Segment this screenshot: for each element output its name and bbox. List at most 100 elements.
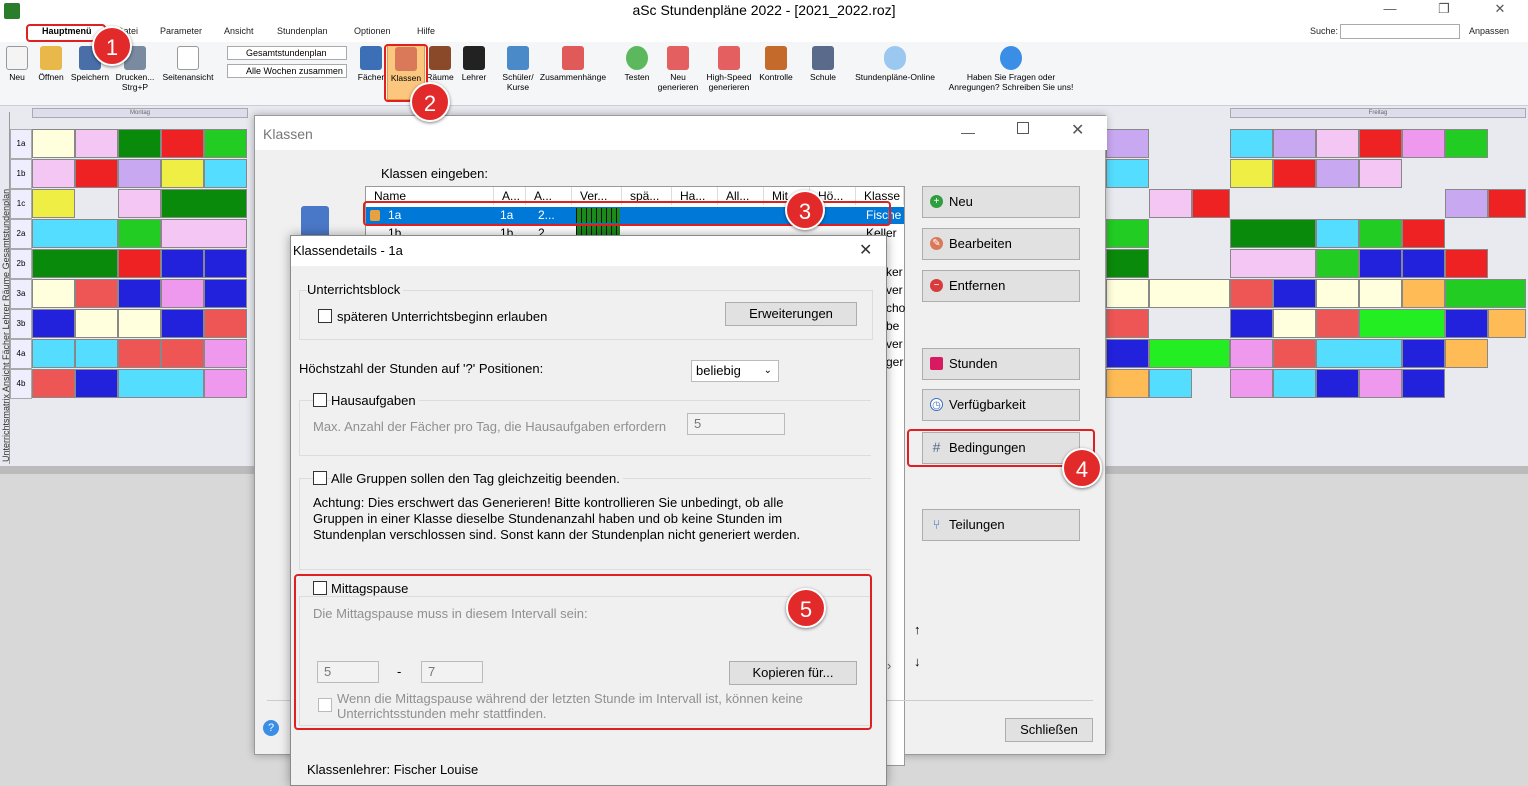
lesson-cell[interactable] [1316,219,1359,248]
teilungen-button[interactable]: ⑂ Teilungen [922,509,1080,541]
lesson-cell[interactable] [32,249,118,278]
lesson-cell[interactable] [32,339,75,368]
lesson-cell[interactable] [1402,339,1445,368]
bearbeiten-button[interactable]: ✎ Bearbeiten [922,228,1080,260]
lesson-cell[interactable] [1106,369,1149,398]
lesson-cell[interactable] [75,339,118,368]
lesson-cell[interactable] [161,279,204,308]
lesson-cell[interactable] [1106,339,1149,368]
spaeter-checkbox[interactable] [318,309,332,323]
seitenansicht-button[interactable]: Seitenansicht [158,44,218,83]
lesson-cell[interactable] [32,279,75,308]
lesson-cell[interactable] [161,309,204,338]
entfernen-button[interactable]: − Entfernen [922,270,1080,302]
lesson-cell[interactable] [1402,249,1445,278]
lesson-cell[interactable] [1316,159,1359,188]
lesson-cell[interactable] [1149,279,1230,308]
max-faecher-input[interactable]: 5 [687,413,785,435]
weeks-select[interactable]: Alle Wochen zusammen [227,64,347,78]
online-button[interactable]: Stundenpläne-Online [848,44,942,83]
lesson-cell[interactable] [1316,339,1402,368]
hausaufgaben-checkbox[interactable] [313,393,327,407]
fragen-button[interactable]: Haben Sie Fragen oder Anregungen? Schreib… [940,44,1082,92]
lesson-cell[interactable] [1106,309,1149,338]
lesson-cell[interactable] [1149,369,1192,398]
schueler-button[interactable]: Schüler/Kurse [499,44,537,92]
lesson-cell[interactable] [204,129,247,158]
lesson-cell[interactable] [118,279,161,308]
stunden-button[interactable]: Stunden [922,348,1080,380]
lesson-cell[interactable] [1230,219,1316,248]
lehrer-button[interactable]: Lehrer [458,44,490,83]
lesson-cell[interactable] [204,309,247,338]
lesson-cell[interactable] [1359,279,1402,308]
move-down-icon[interactable]: ↓ [914,654,921,669]
oeffnen-button[interactable]: Öffnen [34,44,68,83]
lesson-cell[interactable] [32,219,118,248]
lesson-cell[interactable] [1273,159,1316,188]
lesson-cell[interactable] [161,219,247,248]
lesson-cell[interactable] [161,249,204,278]
faecher-button[interactable]: Fächer [356,44,386,83]
klassen-maximize[interactable] [1017,122,1029,134]
lesson-cell[interactable] [1230,159,1273,188]
highspeed-button[interactable]: High-Speed generieren [702,44,756,92]
details-scrollbar[interactable] [871,356,885,776]
lesson-cell[interactable] [161,159,204,188]
lesson-cell[interactable] [204,279,247,308]
lesson-cell[interactable] [1445,309,1488,338]
lesson-cell[interactable] [118,309,161,338]
neu-button[interactable]: Neu [4,44,30,83]
neu-button[interactable]: + Neu [922,186,1080,218]
search-input[interactable] [1340,24,1460,39]
testen-button[interactable]: Testen [621,44,653,83]
lesson-cell[interactable] [1273,369,1316,398]
schule-button[interactable]: Schule [806,44,840,83]
lesson-cell[interactable] [118,219,161,248]
menu-stundenplan[interactable]: Stundenplan [277,26,328,36]
lesson-cell[interactable] [1316,279,1359,308]
lesson-cell[interactable] [1359,129,1402,158]
lesson-cell[interactable] [75,369,118,398]
lesson-cell[interactable] [75,159,118,188]
lesson-cell[interactable] [1149,189,1192,218]
lesson-cell[interactable] [1402,129,1445,158]
beliebig-select[interactable]: beliebig ⌄ [691,360,779,382]
lesson-cell[interactable] [1445,339,1488,368]
lesson-cell[interactable] [1316,369,1359,398]
kontrolle-button[interactable]: Kontrolle [756,44,796,83]
lesson-cell[interactable] [75,279,118,308]
lesson-cell[interactable] [1230,309,1273,338]
lesson-cell[interactable] [1402,369,1445,398]
lesson-cell[interactable] [1488,309,1526,338]
erweiterungen-button[interactable]: Erweiterungen [725,302,857,326]
lesson-cell[interactable] [32,189,75,218]
lesson-cell[interactable] [161,339,204,368]
lesson-cell[interactable] [1230,369,1273,398]
lesson-cell[interactable] [1106,219,1149,248]
lesson-cell[interactable] [118,369,204,398]
lesson-cell[interactable] [1106,279,1149,308]
lesson-cell[interactable] [1230,279,1273,308]
help-icon[interactable]: ? [263,720,279,736]
lesson-cell[interactable] [118,159,161,188]
lesson-cell[interactable] [118,339,161,368]
lesson-cell[interactable] [1273,309,1316,338]
lesson-cell[interactable] [1192,189,1230,218]
lesson-cell[interactable] [1273,339,1316,368]
lesson-cell[interactable] [1445,129,1488,158]
lesson-cell[interactable] [32,369,75,398]
lesson-cell[interactable] [1445,279,1526,308]
lesson-cell[interactable] [118,129,161,158]
scroll-right-icon[interactable]: › [887,658,891,673]
details-close[interactable]: ✕ [859,240,872,260]
lesson-cell[interactable] [1273,279,1316,308]
lesson-cell[interactable] [1488,189,1526,218]
lesson-cell[interactable] [1106,159,1149,188]
move-up-icon[interactable]: ↑ [914,622,921,637]
lesson-cell[interactable] [75,309,118,338]
lesson-cell[interactable] [1402,219,1445,248]
lesson-cell[interactable] [32,309,75,338]
menu-parameter[interactable]: Parameter [160,26,202,36]
lesson-cell[interactable] [204,249,247,278]
